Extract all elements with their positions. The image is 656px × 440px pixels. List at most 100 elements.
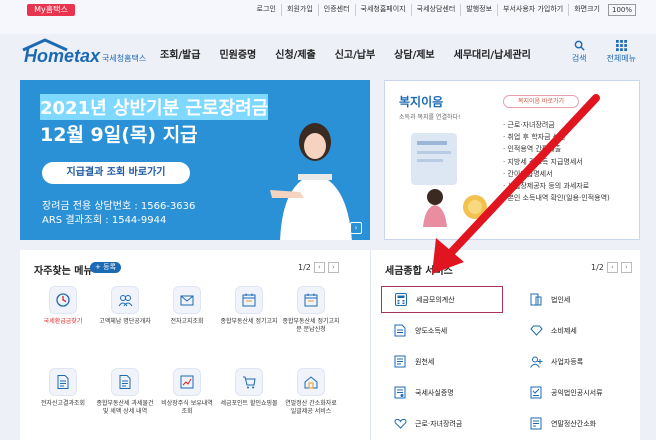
frequent-menu-label: 전자고지조회 xyxy=(170,318,204,325)
frequent-menu-item[interactable]: 연말정산 간소화자료 일괄제공 서비스 xyxy=(280,368,342,440)
next-page-button[interactable]: › xyxy=(327,262,339,273)
all-menu-button[interactable]: 전체메뉴 xyxy=(607,40,636,64)
payment-result-button[interactable]: 지급결과 조회 바로가기 xyxy=(42,162,190,184)
banner-date: 12월 9일(목) 지급 xyxy=(40,124,198,146)
welfare-item[interactable]: 취업 후 학자금 상환 xyxy=(503,131,610,143)
login-link[interactable]: 로그인 xyxy=(252,4,281,16)
next-page-button[interactable]: › xyxy=(620,262,632,273)
welfare-item[interactable]: 근로·자녀장려금 xyxy=(503,119,610,131)
nav-inquiry[interactable]: 조회/발급 xyxy=(160,46,200,61)
frequent-menu-label: 종합부동산세 정기고지분 분납신청 xyxy=(282,318,340,333)
nav-consult[interactable]: 상담/제보 xyxy=(394,46,434,61)
calendar-icon xyxy=(297,286,325,314)
frequent-menu-item[interactable]: 종합부동산세 정기고지 xyxy=(218,286,280,364)
frequent-menu-label: 종합부동산세 과세물건 및 세액 상세 내역 xyxy=(96,400,154,415)
search-button[interactable]: 검색 xyxy=(572,40,587,64)
add-menu-button[interactable]: + 등록 xyxy=(90,262,121,273)
frequent-menu-item[interactable]: 세금포인트 할인쇼핑몰 xyxy=(218,368,280,440)
mail-icon xyxy=(173,286,201,314)
frequent-menu-item[interactable]: 종합부동산세 과세물건 및 세액 상세 내역 xyxy=(94,368,156,440)
welfare-panel: 복지이음 소득과 복지를 연결하다! 복지이음 바로가기 근로·자녀장려금 취업… xyxy=(384,80,640,240)
heart-hand-icon xyxy=(393,417,407,431)
tax-service-page-count: 1/2 xyxy=(591,263,604,272)
tax-fact-certificate-button[interactable]: 국세사실증명 xyxy=(381,379,503,406)
calendar-icon xyxy=(235,286,263,314)
checklist-icon xyxy=(529,386,543,400)
logo-subtext: 국세청홈택스 xyxy=(102,54,147,63)
frequent-menu-item[interactable]: 고액체납 명단공개자 xyxy=(94,286,156,364)
frequent-menu-item[interactable]: 종합부동산세 정기고지분 분납신청 xyxy=(280,286,342,364)
issue-info-link[interactable]: 발행정보 xyxy=(460,4,497,16)
welfare-list: 근로·자녀장려금 취업 후 학자금 상환 인적용역 간편제출 지방세 간소득 지… xyxy=(503,119,610,204)
home-doc-icon xyxy=(297,368,325,396)
prev-page-button[interactable]: ‹ xyxy=(313,262,325,273)
welfare-item[interactable]: 간이지급명세서 xyxy=(503,168,610,180)
consult-center-link[interactable]: 국세상담센터 xyxy=(410,4,461,16)
frequent-menu-item[interactable]: 국세환급금찾기 xyxy=(32,286,94,364)
frequent-menu-item[interactable]: 전자신고결과조회 xyxy=(32,368,94,440)
my-hometax-tab[interactable]: My홈택스 xyxy=(27,4,75,16)
tax-service-grid: 세금모의계산 법인세 양도소득세 소비제세 원천세 사업자등록 국세사실증명 공… xyxy=(381,286,639,437)
top-utility-bar: My홈택스 로그인 회원가입 인증센터 국세청홈페이지 국세상담센터 발행정보 … xyxy=(0,0,656,34)
building-doc-icon xyxy=(529,293,543,307)
corporate-tax-label: 법인세 xyxy=(551,295,571,304)
public-corp-disclosure-label: 공익법인공시서류 xyxy=(551,388,603,397)
welfare-go-button[interactable]: 복지이음 바로가기 xyxy=(503,95,579,108)
global-nav: 조회/발급 민원증명 신청/제출 신고/납부 상담/제보 세무대리/납세관리 xyxy=(160,46,531,61)
hometax-logo[interactable]: Hometax 국세청홈택스 xyxy=(20,38,146,67)
nav-certificates[interactable]: 민원증명 xyxy=(219,46,256,61)
welfare-item[interactable]: 지방세 간소득 지급명세서 xyxy=(503,156,610,168)
add-menu-label: 등록 xyxy=(103,263,116,271)
year-end-settlement-label: 연말정산간소화 xyxy=(551,419,597,428)
banner-prev-button[interactable]: ‹ xyxy=(320,222,332,234)
document-icon xyxy=(393,324,407,338)
earned-income-credit-button[interactable]: 근로·자녀장려금 xyxy=(381,410,503,437)
consumption-tax-button[interactable]: 소비제세 xyxy=(517,317,639,344)
prev-page-button[interactable]: ‹ xyxy=(606,262,618,273)
frequent-menu-item[interactable]: 비상장주식 보유내역 조회 xyxy=(156,368,218,440)
dept-user-link[interactable]: 부서사용자 가입하기 xyxy=(497,4,568,16)
public-corp-disclosure-button[interactable]: 공익법인공시서류 xyxy=(517,379,639,406)
header-icons: 검색 전체메뉴 xyxy=(572,40,636,64)
earned-income-credit-label: 근로·자녀장려금 xyxy=(415,419,463,428)
withholding-tax-button[interactable]: 원천세 xyxy=(381,348,503,375)
nts-homepage-link[interactable]: 국세청홈페이지 xyxy=(354,4,411,16)
frequent-menu-item[interactable]: 전자고지조회 xyxy=(156,286,218,364)
nav-tax-agent[interactable]: 세무대리/납세관리 xyxy=(454,46,531,61)
zoom-value[interactable]: 100% xyxy=(607,4,636,16)
frequent-menu-grid: 국세환급금찾기 고액체납 명단공개자 전자고지조회 종합부동산세 정기고지 종합부동산세… xyxy=(32,286,342,440)
business-registration-button[interactable]: 사업자등록 xyxy=(517,348,639,375)
welfare-item[interactable]: 본인 소득내역 확인(일용·인적용역) xyxy=(503,192,609,204)
welfare-subtitle: 소득과 복지를 연결하다! xyxy=(399,114,461,121)
logo-house-icon xyxy=(22,38,68,52)
banner-next-button[interactable]: › xyxy=(350,222,362,234)
banner-pause-button[interactable]: ∥ xyxy=(335,222,347,234)
frequent-page-count: 1/2 xyxy=(298,263,311,272)
welfare-item[interactable]: 인적용역 간편제출 xyxy=(503,143,610,155)
main-banner[interactable]: 2021년 상반기분 근로장려금 12월 9일(목) 지급 지급결과 조회 바로… xyxy=(20,80,370,240)
welfare-illustration xyxy=(411,133,487,227)
all-menu-label: 전체메뉴 xyxy=(606,54,636,63)
year-end-doc-icon xyxy=(529,417,543,431)
nav-application[interactable]: 신청/제출 xyxy=(275,46,315,61)
presenter-illustration xyxy=(270,123,352,240)
nav-filing[interactable]: 신고/납부 xyxy=(335,46,375,61)
consumption-tax-label: 소비제세 xyxy=(551,326,577,335)
screen-size-label: 화면크기 xyxy=(568,4,605,16)
signup-link[interactable]: 회원가입 xyxy=(281,4,318,16)
capital-gains-tax-button[interactable]: 양도소득세 xyxy=(381,317,503,344)
banner-phone-consult: 장려금 전용 상담번호 : 1566-3636 xyxy=(42,201,196,212)
grid-menu-icon xyxy=(615,40,627,51)
certificate-icon xyxy=(393,386,407,400)
frequent-pager: 1/2 ‹ › xyxy=(298,262,339,273)
tax-simulation-button[interactable]: 세금모의계산 xyxy=(381,286,503,313)
cart-icon xyxy=(235,368,263,396)
corporate-tax-button[interactable]: 법인세 xyxy=(517,286,639,313)
cert-center-link[interactable]: 인증센터 xyxy=(317,4,355,16)
frequent-menu-title: 자주찾는 메뉴 xyxy=(34,266,93,277)
year-end-settlement-button[interactable]: 연말정산간소화 xyxy=(517,410,639,437)
welfare-item[interactable]: 사업장제공자 등의 과세자료 xyxy=(503,180,610,192)
search-icon xyxy=(574,40,585,51)
tax-service-section: 세금종합 서비스 1/2 ‹ › 세금모의계산 법인세 양도소득세 소비제세 원… xyxy=(370,250,640,440)
diamond-icon xyxy=(529,324,543,338)
